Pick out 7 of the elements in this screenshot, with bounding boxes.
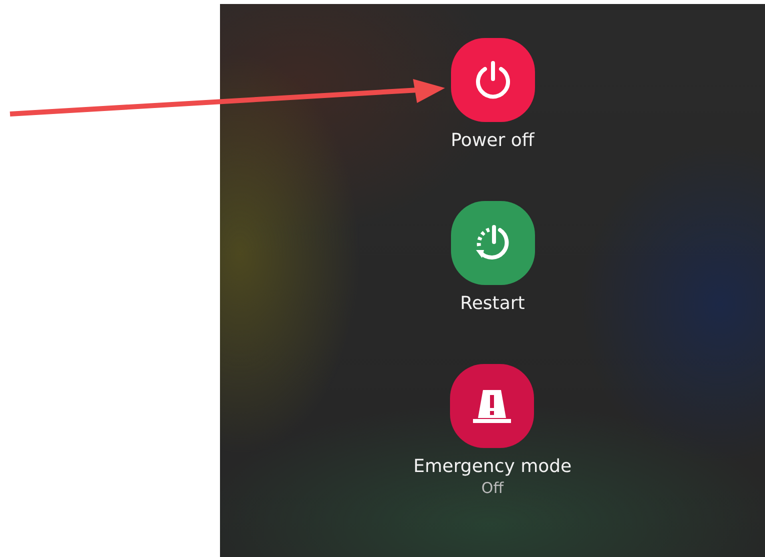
restart-button[interactable] (450, 201, 534, 285)
power-button[interactable] (450, 38, 534, 122)
action-label: Restart (460, 293, 525, 314)
action-label: Power off (450, 130, 534, 151)
emergency-button[interactable] (450, 364, 534, 448)
status-text: Off (481, 479, 504, 497)
action-label: Emergency mode (413, 456, 572, 477)
